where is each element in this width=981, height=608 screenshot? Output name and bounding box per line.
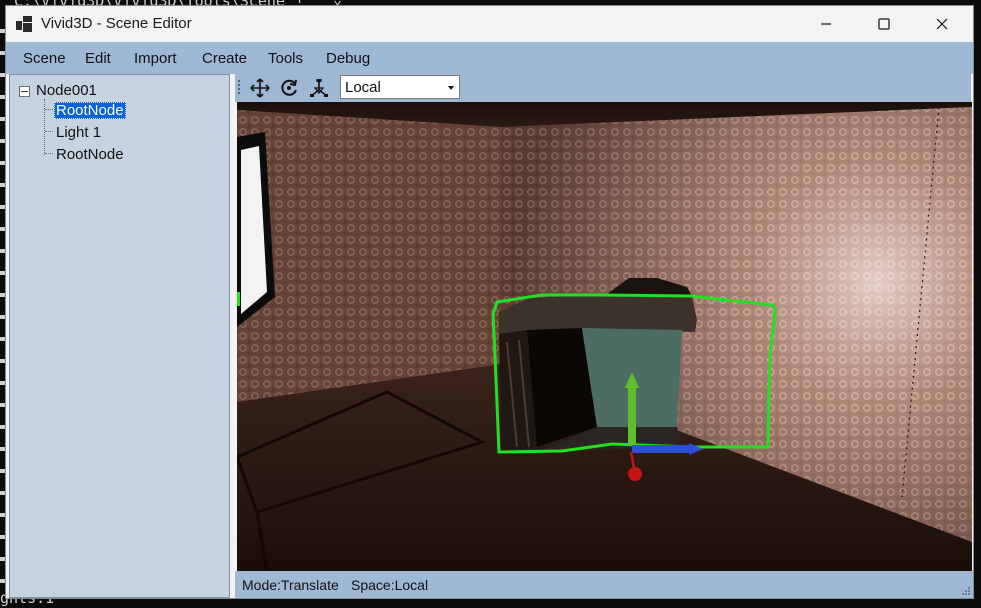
space-dropdown[interactable]: Local — [340, 75, 460, 99]
viewport-render — [237, 102, 972, 571]
menu-scene[interactable]: Scene — [23, 50, 66, 67]
tree-node-light[interactable]: Light 1 — [54, 124, 103, 141]
minimize-button[interactable] — [803, 6, 849, 42]
title-bar[interactable]: Vivid3D - Scene Editor — [6, 6, 973, 42]
menu-create[interactable]: Create — [202, 50, 247, 67]
tree-node-rootnode[interactable]: RootNode — [54, 146, 126, 163]
status-mode: Mode:Translate — [242, 577, 339, 593]
rotate-icon — [281, 79, 297, 96]
tree-connector — [45, 131, 53, 132]
menu-debug[interactable]: Debug — [326, 50, 370, 67]
close-button[interactable] — [919, 6, 965, 42]
tree-node-rootnode-selected[interactable]: RootNode — [54, 102, 126, 119]
scale-tool-button[interactable] — [307, 76, 331, 100]
minimize-icon — [821, 23, 831, 25]
tree-connector — [44, 99, 45, 155]
scale-icon — [310, 79, 328, 97]
viewport-toolbar: Local — [235, 74, 971, 102]
tree-connector — [45, 153, 53, 154]
space-dropdown-value: Local — [345, 79, 381, 96]
toolbar-grip[interactable] — [238, 80, 240, 96]
dropdown-arrow-icon — [448, 86, 454, 90]
close-icon — [936, 18, 948, 30]
status-bar: Mode:Translate Space:Local — [235, 571, 973, 598]
menu-edit[interactable]: Edit — [85, 50, 111, 67]
3d-viewport[interactable] — [237, 102, 972, 571]
menu-import[interactable]: Import — [134, 50, 177, 67]
status-space: Space:Local — [351, 577, 429, 593]
app-icon — [16, 16, 32, 32]
translate-tool-button[interactable] — [248, 76, 272, 100]
window-title: Vivid3D - Scene Editor — [41, 15, 192, 32]
resize-grip-icon[interactable] — [961, 586, 971, 596]
rotate-tool-button[interactable] — [277, 76, 301, 100]
menu-tools[interactable]: Tools — [268, 50, 303, 67]
scene-editor-window: Vivid3D - Scene Editor Scene Edit Import… — [5, 5, 974, 599]
scene-tree-panel: Node001 RootNode Light 1 RootNode — [9, 74, 230, 598]
menu-bar: Scene Edit Import Create Tools Debug — [6, 42, 973, 74]
maximize-button[interactable] — [861, 6, 907, 42]
maximize-icon — [878, 18, 890, 30]
tree-collapse-toggle[interactable] — [19, 86, 30, 97]
tree-node-root[interactable]: Node001 — [36, 82, 97, 99]
translate-icon — [250, 78, 270, 98]
tree-connector — [45, 109, 53, 110]
